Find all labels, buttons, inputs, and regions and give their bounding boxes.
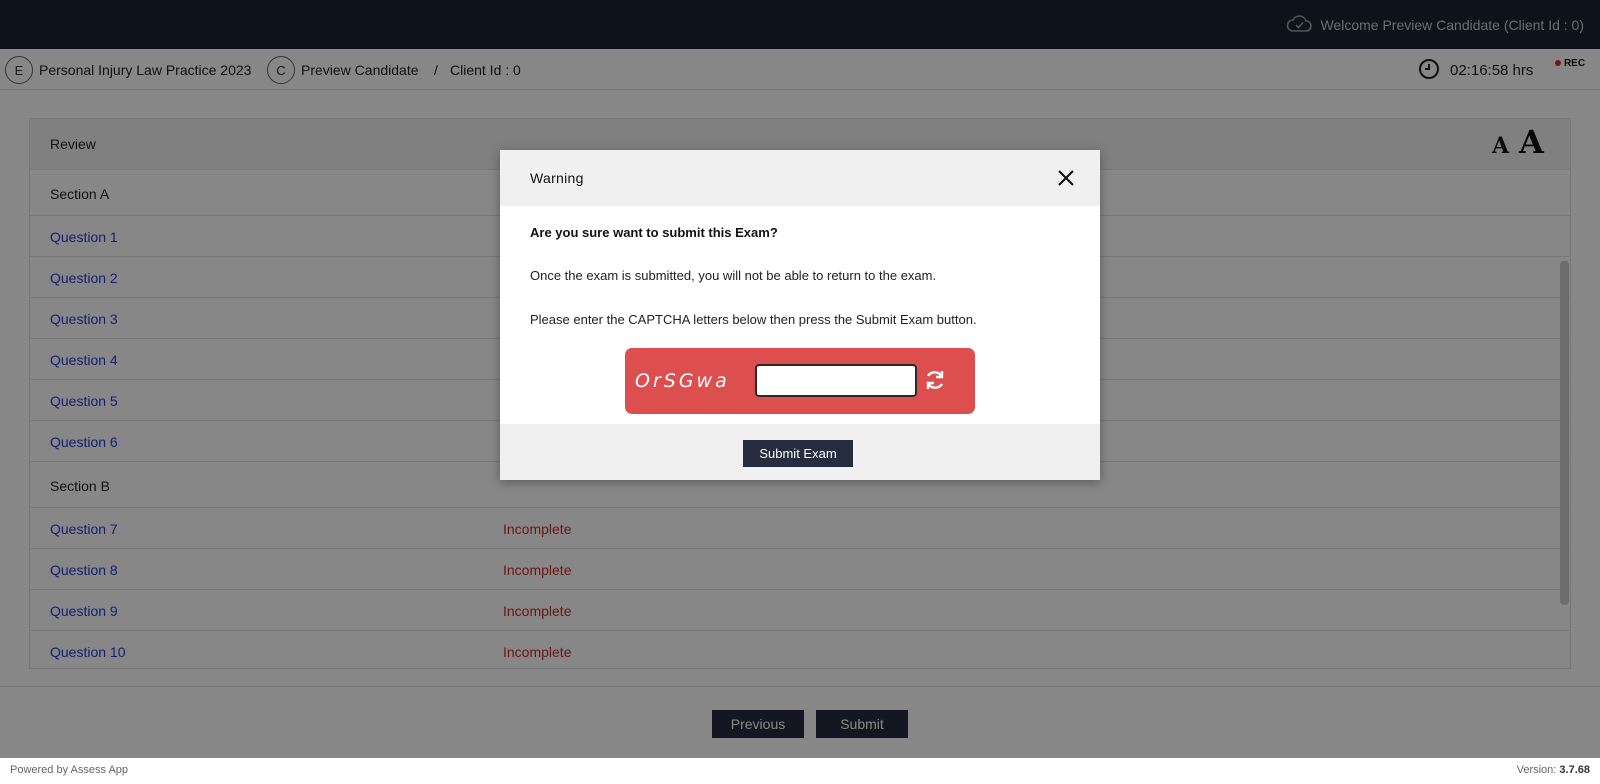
captcha-box: OrSGwa: [625, 348, 975, 414]
powered-by: Powered by Assess App: [10, 764, 129, 776]
version-label: Version:: [1516, 764, 1557, 776]
submit-exam-button[interactable]: Submit Exam: [743, 440, 853, 467]
bottom-bar: Powered by Assess App Version: 3.7.68: [0, 758, 1600, 784]
dialog-title: Warning: [530, 170, 584, 186]
submission-warning: Once the exam is submitted, you will not…: [530, 268, 937, 283]
captcha-input[interactable]: [755, 364, 917, 397]
version-number: 3.7.68: [1559, 764, 1590, 776]
version-info: Version: 3.7.68: [1517, 764, 1590, 776]
refresh-icon[interactable]: [923, 368, 947, 392]
captcha-instructions: Please enter the CAPTCHA letters below t…: [530, 312, 977, 327]
dialog-footer: Submit Exam: [500, 424, 1100, 480]
dialog-body: Are you sure want to submit this Exam? O…: [500, 206, 1100, 424]
dialog-header: Warning: [500, 150, 1100, 206]
confirm-question: Are you sure want to submit this Exam?: [530, 225, 778, 240]
warning-dialog: Warning Are you sure want to submit this…: [500, 150, 1100, 480]
captcha-code: OrSGwa: [635, 370, 730, 392]
close-icon[interactable]: [1056, 168, 1076, 188]
